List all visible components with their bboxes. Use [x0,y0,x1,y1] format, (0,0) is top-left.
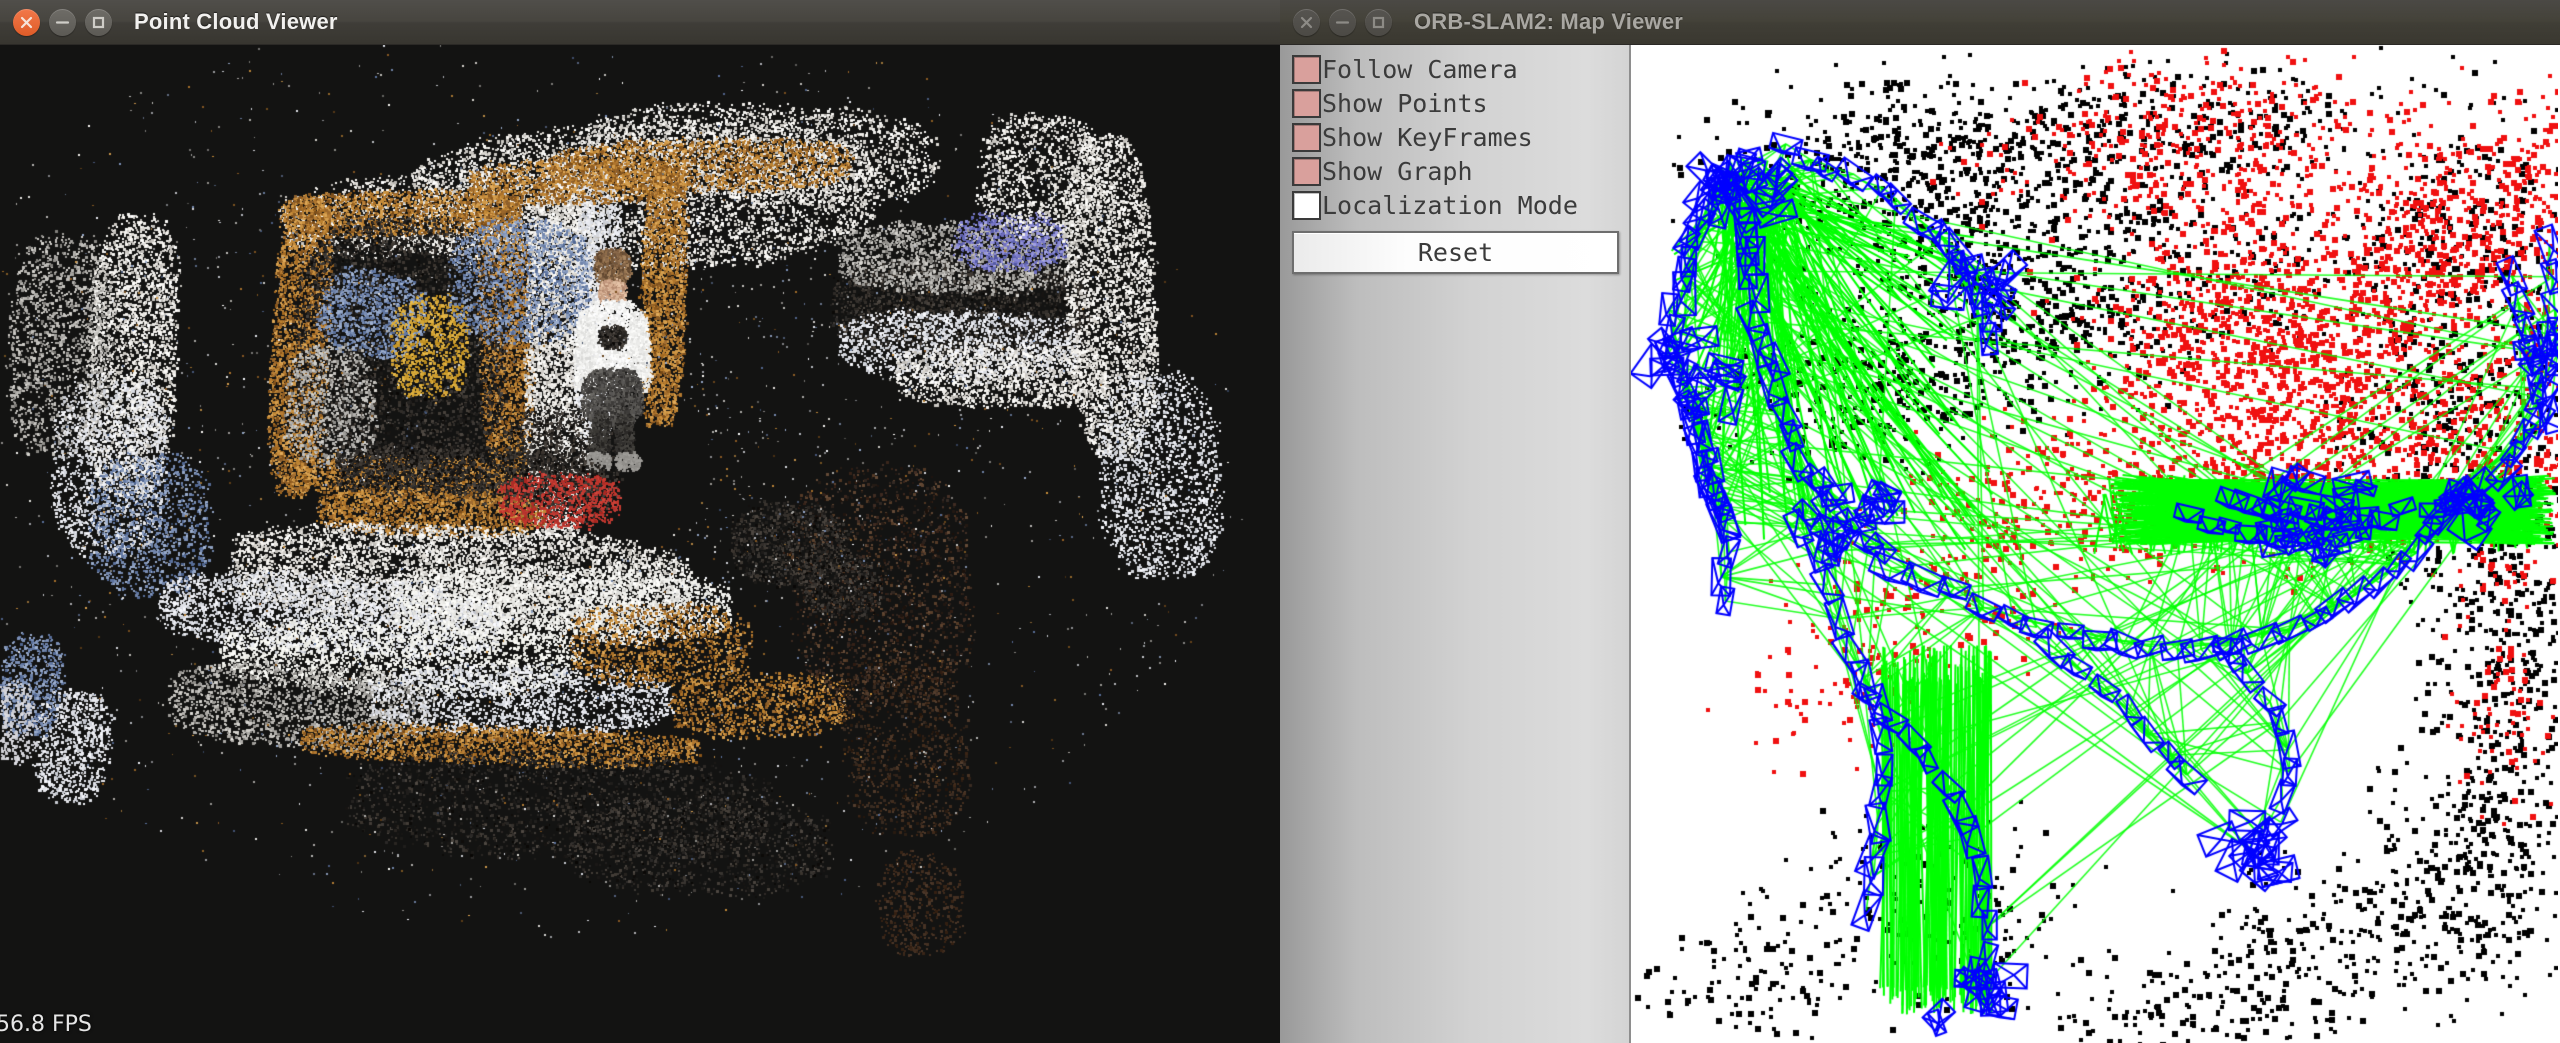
maximize-icon[interactable] [85,8,112,36]
checkbox-row[interactable]: Show Graph [1292,155,1619,188]
minimize-icon[interactable] [1329,8,1356,36]
reset-button[interactable]: Reset [1292,231,1619,274]
checkbox-label: Show Points [1322,89,1488,118]
checkbox-row[interactable]: Show KeyFrames [1292,121,1619,154]
close-icon[interactable] [1293,8,1320,36]
map-viewer-body: Follow Camera Show Points Show KeyFrames Sh… [1280,45,2560,1043]
close-icon[interactable] [13,8,40,36]
checkbox-row[interactable]: Follow Camera [1292,53,1619,86]
checkbox-show-points[interactable] [1292,89,1321,118]
checkbox-label: Show KeyFrames [1322,123,1533,152]
screen: Point Cloud Viewer 56.8 FPS ORB-SLAM2: M… [0,0,2560,1043]
point-cloud-viewer-window: Point Cloud Viewer 56.8 FPS [0,0,1280,1043]
checkbox-label: Localization Mode [1322,191,1578,220]
map-viewport[interactable] [1631,45,2560,1043]
pangolin-control-panel: Follow Camera Show Points Show KeyFrames Sh… [1280,45,1631,1043]
checkbox-row[interactable]: Show Points [1292,87,1619,120]
point-cloud-titlebar[interactable]: Point Cloud Viewer [0,0,1280,45]
checkbox-show-graph[interactable] [1292,157,1321,186]
checkbox-label: Show Graph [1322,157,1473,186]
window-buttons-left [13,8,112,36]
point-cloud-canvas[interactable] [0,45,1280,1043]
orb-slam2-map-viewer-window: ORB-SLAM2: Map Viewer Follow Camera Show … [1280,0,2560,1043]
fps-counter: 56.8 FPS [0,1012,92,1037]
checkbox-list: Follow Camera Show Points Show KeyFrames Sh… [1292,53,1619,222]
minimize-icon[interactable] [49,8,76,36]
checkbox-follow-camera[interactable] [1292,55,1321,84]
checkbox-show-keyframes[interactable] [1292,123,1321,152]
checkbox-label: Follow Camera [1322,55,1518,84]
window-buttons-right [1293,8,1392,36]
checkbox-row[interactable]: Localization Mode [1292,189,1619,222]
map-canvas[interactable] [1631,45,2558,1043]
point-cloud-window-title: Point Cloud Viewer [134,9,338,34]
map-viewer-window-title: ORB-SLAM2: Map Viewer [1414,9,1684,34]
point-cloud-viewport[interactable]: 56.8 FPS [0,45,1280,1043]
map-viewer-titlebar[interactable]: ORB-SLAM2: Map Viewer [1280,0,2560,45]
checkbox-localization-mode[interactable] [1292,191,1321,220]
maximize-icon[interactable] [1365,8,1392,36]
